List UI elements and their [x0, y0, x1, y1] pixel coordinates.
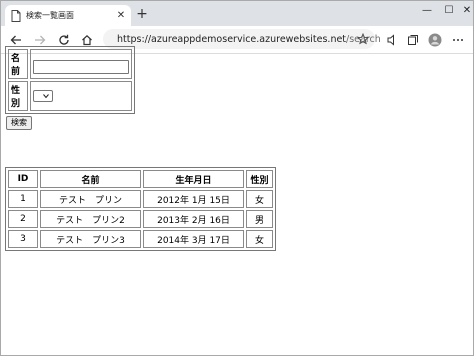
profile-avatar-icon[interactable] [426, 31, 444, 49]
page-content: 名前 性別 検索 ID 名前 生年月日 性別 1 テスト プリン 2012年 1… [1, 46, 473, 355]
more-menu-icon[interactable] [449, 31, 467, 49]
cell-name: テスト プリン3 [40, 230, 141, 248]
url-host: https://azureappdemoservice.azurewebsite… [117, 33, 347, 45]
close-tab-icon[interactable]: ✕ [114, 9, 128, 23]
table-row: 2 テスト プリン2 2013年 2月 16日 男 [8, 210, 273, 228]
cell-birthdate: 2012年 1月 15日 [143, 190, 244, 208]
gender-select-cell [30, 81, 132, 111]
header-name: 名前 [40, 170, 141, 188]
cell-id: 3 [8, 230, 38, 248]
favorite-star-icon[interactable] [357, 33, 369, 45]
name-input[interactable] [33, 59, 129, 74]
new-tab-icon[interactable]: + [135, 7, 149, 21]
address-bar[interactable]: https://azureappdemoservice.azurewebsite… [103, 29, 381, 49]
page-icon [11, 9, 21, 22]
table-row: 1 テスト プリン 2012年 1月 15日 女 [8, 190, 273, 208]
tab-title: 検索一覧画面 [26, 11, 74, 20]
results-table: ID 名前 生年月日 性別 1 テスト プリン 2012年 1月 15日 女 2… [5, 167, 276, 251]
gender-label: 性別 [8, 81, 28, 111]
cell-birthdate: 2014年 3月 17日 [143, 230, 244, 248]
cell-birthdate: 2013年 2月 16日 [143, 210, 244, 228]
cell-id: 2 [8, 210, 38, 228]
cell-name: テスト プリン [40, 190, 141, 208]
cell-id: 1 [8, 190, 38, 208]
cell-name: テスト プリン2 [40, 210, 141, 228]
cell-gender: 男 [246, 210, 273, 228]
close-window-icon[interactable]: ✕ [453, 1, 474, 19]
name-input-cell [30, 49, 132, 79]
collections-icon[interactable] [404, 31, 422, 49]
cell-gender: 女 [246, 190, 273, 208]
table-row: 3 テスト プリン3 2014年 3月 17日 女 [8, 230, 273, 248]
name-label: 名前 [8, 49, 28, 79]
browser-window: 検索一覧画面 ✕ + — ☐ ✕ https://azureappdemoser… [0, 0, 474, 356]
gender-select[interactable] [33, 90, 53, 102]
results-header-row: ID 名前 生年月日 性別 [8, 170, 273, 188]
name-row: 名前 [8, 49, 132, 79]
search-form-table: 名前 性別 [5, 46, 135, 114]
tab-strip: 検索一覧画面 ✕ + — ☐ ✕ [1, 1, 473, 26]
cell-gender: 女 [246, 230, 273, 248]
url-text[interactable]: https://azureappdemoservice.azurewebsite… [117, 34, 381, 45]
header-id: ID [8, 170, 38, 188]
browser-tab[interactable]: 検索一覧画面 ✕ [5, 5, 131, 26]
chevron-down-icon [43, 94, 49, 99]
header-birthdate: 生年月日 [143, 170, 244, 188]
gender-row: 性別 [8, 81, 132, 111]
read-aloud-icon[interactable] [383, 31, 401, 49]
search-button[interactable]: 検索 [6, 116, 32, 130]
header-gender: 性別 [246, 170, 273, 188]
